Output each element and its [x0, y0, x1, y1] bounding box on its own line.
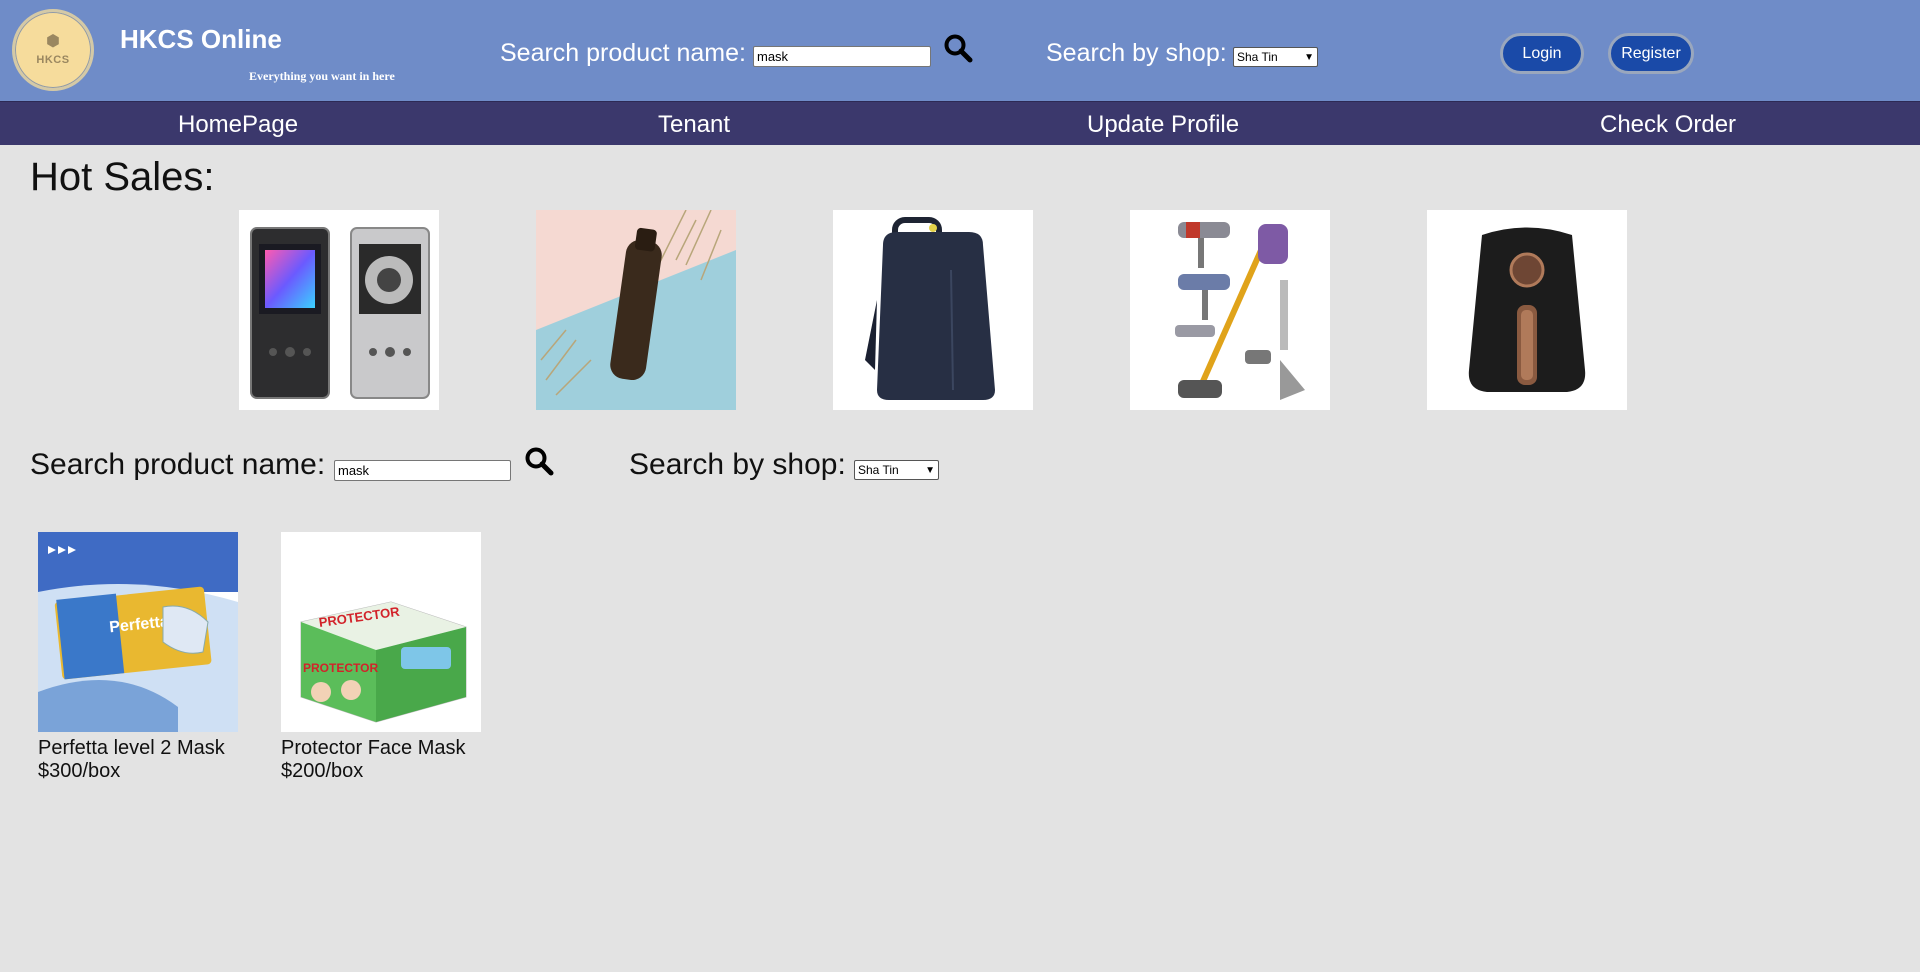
header-shop-select[interactable]: Sha Tin ▼ — [1233, 47, 1318, 67]
product-card[interactable]: Perfetta Perfetta level 2 Mask $300/box — [38, 532, 238, 783]
hot-sale-backpack-image[interactable] — [833, 210, 1033, 410]
header-search-label: Search product name: — [500, 39, 746, 67]
logo-text: HKCS — [36, 54, 70, 66]
search-shop-label: Search by shop: — [629, 448, 846, 481]
chevron-down-icon: ▼ — [925, 464, 935, 476]
header-shop-selected: Sha Tin — [1237, 50, 1278, 64]
header-shop-label: Search by shop: — [1046, 39, 1227, 67]
product-price: $300/box — [38, 760, 121, 782]
product-name[interactable]: Protector Face Mask — [281, 737, 481, 760]
shop-selected: Sha Tin — [858, 463, 899, 477]
chevron-down-icon: ▼ — [1304, 51, 1314, 63]
hot-sale-airfryer-image[interactable] — [1427, 210, 1627, 410]
hot-sale-vacuum-image[interactable] — [1130, 210, 1330, 410]
register-button[interactable]: Register — [1608, 33, 1694, 74]
search-product-label: Search product name: — [30, 448, 326, 481]
login-button[interactable]: Login — [1500, 33, 1584, 74]
hot-sale-walkman-image[interactable] — [239, 210, 439, 410]
svg-text:PROTECTOR: PROTECTOR — [303, 661, 378, 675]
shop-select[interactable]: Sha Tin ▼ — [854, 460, 939, 480]
nav-item-update-profile[interactable]: Update Profile — [1087, 111, 1239, 139]
hot-sales-title: Hot Sales: — [30, 155, 215, 199]
product-name[interactable]: Perfetta level 2 Mask — [38, 737, 238, 760]
nav-item-homepage[interactable]: HomePage — [178, 111, 298, 139]
product-card[interactable]: PROTECTOR PROTECTOR Protector Face Mask … — [281, 532, 481, 783]
hot-sale-bottle-image[interactable] — [536, 210, 736, 410]
header-search-input[interactable]: mask — [753, 46, 931, 67]
site-header: ⬢ HKCS HKCS Online Everything you want i… — [0, 0, 1920, 101]
product-price: $200/box — [281, 760, 364, 782]
product-search-input[interactable]: mask — [334, 460, 511, 481]
site-tagline: Everything you want in here — [249, 69, 395, 83]
nav-item-tenant[interactable]: Tenant — [658, 111, 730, 139]
cube-icon: ⬢ — [46, 33, 60, 50]
site-logo[interactable]: ⬢ HKCS — [12, 9, 94, 91]
site-title: HKCS Online — [120, 24, 282, 54]
search-icon[interactable] — [524, 446, 554, 476]
product-image-protector[interactable]: PROTECTOR PROTECTOR — [281, 532, 481, 732]
nav-item-check-order[interactable]: Check Order — [1600, 111, 1736, 139]
header-search-icon[interactable] — [943, 33, 973, 63]
main-nav: HomePage Tenant Update Profile Check Ord… — [0, 101, 1920, 145]
product-image-perfetta[interactable]: Perfetta — [38, 532, 238, 732]
